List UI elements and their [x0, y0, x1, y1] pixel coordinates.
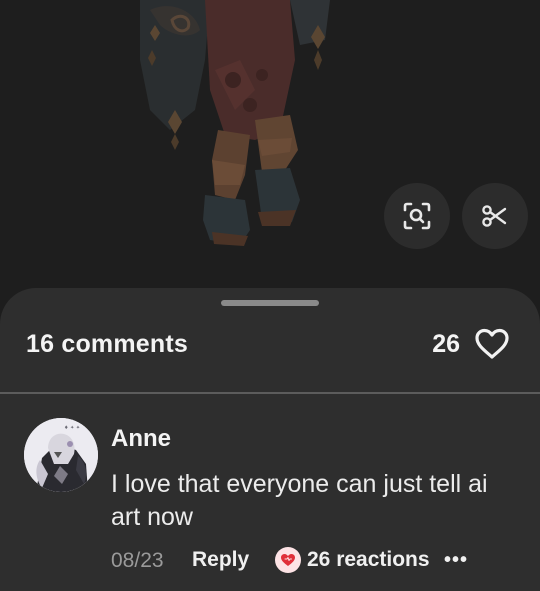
comment-author[interactable]: Anne	[111, 425, 171, 453]
lens-search-icon	[402, 201, 432, 231]
pin-comments-screen: 16 comments 26 ♦ ✦ ✦ Anne I love that ev…	[0, 0, 540, 591]
like-button[interactable]	[472, 326, 512, 366]
comment-timestamp: 08/23	[111, 549, 164, 572]
heart-outline-icon	[474, 328, 510, 365]
heart-reaction-icon	[275, 547, 301, 573]
more-options-button[interactable]: •••	[443, 548, 469, 572]
reactions-count-label: 26 reactions	[307, 548, 430, 571]
artwork-preview[interactable]	[0, 0, 540, 300]
comment-text: I love that everyone can just tell ai ar…	[111, 470, 488, 531]
comments-header: 16 comments 26	[0, 324, 540, 366]
svg-text:♦ ✦ ✦: ♦ ✦ ✦	[64, 425, 80, 431]
header-divider	[0, 392, 540, 394]
avatar-image: ♦ ✦ ✦	[24, 418, 98, 492]
scissors-icon	[481, 202, 509, 230]
reply-button[interactable]: Reply	[192, 548, 249, 572]
like-count: 26	[432, 330, 460, 358]
comment-count-label: 16 comments	[26, 330, 188, 358]
sheet-drag-handle[interactable]	[221, 300, 319, 306]
reactions-button[interactable]: 26 reactions	[275, 546, 430, 574]
comments-sheet: 16 comments 26 ♦ ✦ ✦ Anne I love that ev…	[0, 288, 540, 591]
visual-search-button[interactable]	[384, 183, 450, 249]
cutout-button[interactable]	[462, 183, 528, 249]
comment-meta-row: 08/23 Reply 26 reactions •••	[111, 546, 531, 576]
comment-item: ♦ ✦ ✦ Anne I love that everyone can just…	[0, 406, 540, 591]
artwork-illustration	[140, 0, 330, 246]
avatar[interactable]: ♦ ✦ ✦	[24, 418, 98, 492]
